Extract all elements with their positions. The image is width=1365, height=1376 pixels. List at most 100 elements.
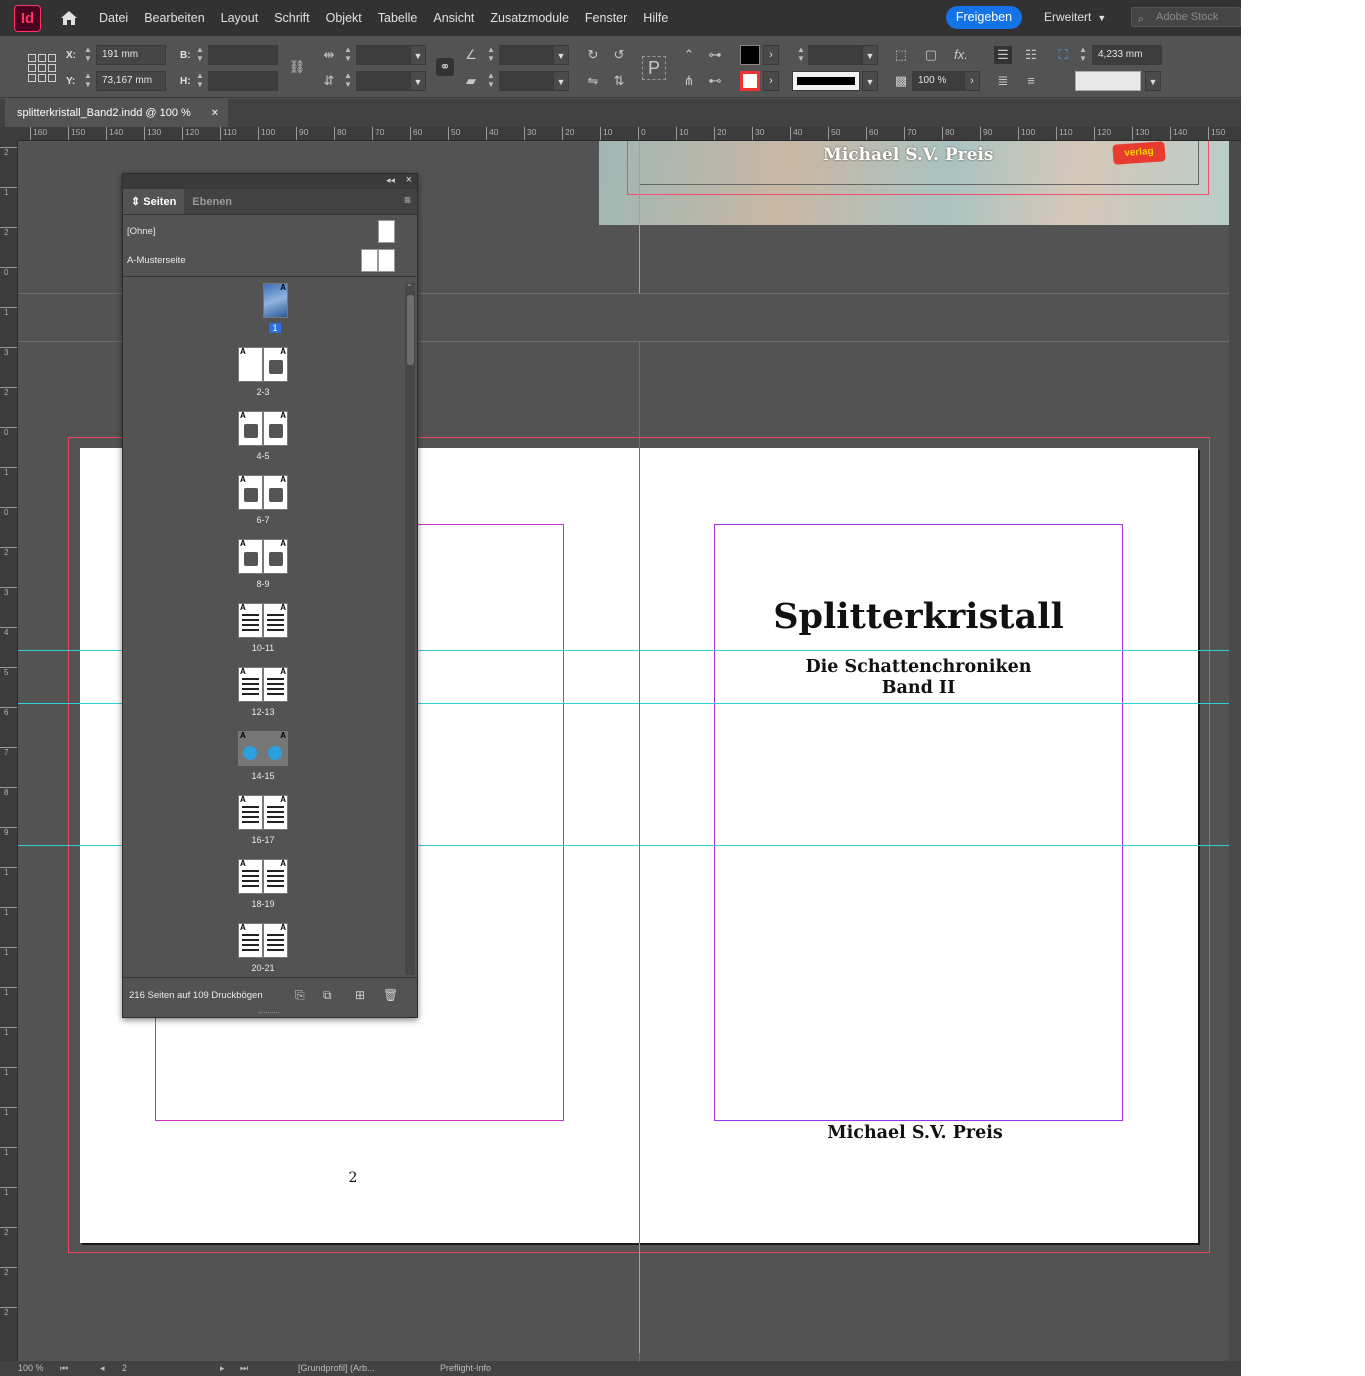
chevron-down-icon[interactable]: ▼ bbox=[862, 71, 878, 91]
page-thumbnail[interactable]: A bbox=[238, 475, 263, 510]
menu-schrift[interactable]: Schrift bbox=[266, 0, 317, 36]
y-field[interactable]: 73,167 mm bbox=[96, 71, 166, 91]
chevron-down-icon[interactable]: ▼ bbox=[862, 45, 878, 65]
preflight-status[interactable]: Preflight-Info bbox=[440, 1361, 491, 1376]
new-page-icon[interactable]: ⊞ bbox=[355, 988, 365, 1002]
master-thumbnail[interactable] bbox=[378, 220, 395, 243]
thumbnail-scrollbar[interactable]: ⌃ ⌄ bbox=[405, 283, 415, 975]
rotate-cw-icon[interactable]: ↻ bbox=[584, 46, 602, 64]
home-icon[interactable] bbox=[59, 8, 79, 28]
share-button[interactable]: Freigeben bbox=[946, 6, 1022, 29]
page-thumbnail[interactable]: A bbox=[238, 603, 263, 638]
chevron-down-icon[interactable]: ▼ bbox=[1145, 71, 1161, 91]
effects-fx-icon[interactable]: fx. bbox=[952, 46, 970, 64]
adobe-stock-search[interactable]: ⌕ Adobe Stock bbox=[1131, 7, 1241, 27]
text-wrap-none-icon[interactable]: ☰ bbox=[994, 46, 1012, 64]
menu-zusatzmodule[interactable]: Zusatzmodule bbox=[482, 0, 577, 36]
resize-grip[interactable] bbox=[259, 1012, 279, 1015]
constrain-proportions-icon[interactable]: ⛓ bbox=[288, 58, 306, 76]
profile-select[interactable]: [Grundprofil] (Arb... bbox=[298, 1361, 375, 1376]
select-container-icon[interactable]: ⌃ bbox=[680, 46, 698, 64]
trash-icon[interactable]: 🗑 bbox=[383, 988, 398, 1002]
y-stepper[interactable]: ▲ ▼ bbox=[83, 71, 93, 91]
master-none[interactable]: [Ohne] bbox=[123, 217, 417, 246]
current-page-field[interactable]: 2 bbox=[122, 1361, 127, 1376]
page-thumbnail[interactable]: A bbox=[238, 731, 263, 766]
page-thumbnail[interactable]: A bbox=[263, 411, 288, 446]
page-size-icon[interactable]: ⎘ bbox=[295, 988, 305, 1003]
stroke-weight-stepper[interactable]: ▲ ▼ bbox=[796, 45, 806, 65]
page-thumbnail[interactable]: A bbox=[238, 347, 263, 382]
chevron-down-icon[interactable]: ▼ bbox=[553, 45, 569, 65]
chevron-up-icon[interactable]: ⌃ bbox=[406, 283, 413, 292]
fill-menu-button[interactable]: › bbox=[763, 45, 779, 65]
corner-size-stepper[interactable]: ▲ ▼ bbox=[1078, 45, 1088, 65]
new-master-icon[interactable]: ⧉ bbox=[323, 988, 332, 1003]
page-thumbnail[interactable]: A bbox=[263, 795, 288, 830]
x-field[interactable]: 191 mm bbox=[96, 45, 166, 65]
page-thumbnail[interactable]: A bbox=[238, 795, 263, 830]
corner-shape-select[interactable] bbox=[1075, 71, 1141, 91]
menu-ansicht[interactable]: Ansicht bbox=[425, 0, 482, 36]
document-tab[interactable]: splitterkristall_Band2.indd @ 100 % × bbox=[5, 99, 228, 127]
rotate-ccw-icon[interactable]: ↺ bbox=[610, 46, 628, 64]
master-a[interactable]: A-Musterseite bbox=[123, 246, 417, 275]
scale-y-stepper[interactable]: ▲ ▼ bbox=[343, 71, 353, 91]
zoom-level[interactable]: 100 % bbox=[18, 1361, 44, 1376]
page-thumbnail[interactable]: A bbox=[238, 539, 263, 574]
frame-fitting-icon[interactable]: ⬚ bbox=[892, 46, 910, 64]
first-page-icon[interactable]: ⏮ bbox=[60, 1361, 68, 1376]
panel-menu-icon[interactable]: ≡ bbox=[404, 193, 411, 207]
page-thumbnail[interactable]: A bbox=[238, 411, 263, 446]
scale-x-field[interactable] bbox=[356, 45, 416, 65]
fill-swatch[interactable] bbox=[740, 45, 760, 65]
select-content-icon[interactable]: ⊶ bbox=[706, 46, 724, 64]
stroke-swatch[interactable] bbox=[740, 71, 760, 91]
select-previous-icon[interactable]: ⋔ bbox=[680, 72, 698, 90]
collapse-icon[interactable]: ◂◂ bbox=[386, 175, 395, 186]
stroke-menu-button[interactable]: › bbox=[763, 71, 779, 91]
menu-tabelle[interactable]: Tabelle bbox=[370, 0, 426, 36]
page-thumbnails[interactable]: ⌃ ⌄ A 1 A A 2-3 A A 4-5 A A 6-7 A A 8-9 A A 10-11 A A 12-13… bbox=[123, 277, 417, 975]
menu-bearbeiten[interactable]: Bearbeiten bbox=[136, 0, 212, 36]
height-field[interactable] bbox=[208, 71, 278, 91]
page-thumbnail[interactable]: A bbox=[263, 283, 288, 318]
close-icon[interactable]: × bbox=[406, 174, 412, 186]
last-page-icon[interactable]: ⏭ bbox=[240, 1361, 248, 1376]
menu-layout[interactable]: Layout bbox=[213, 0, 267, 36]
next-page-icon[interactable]: ▸ bbox=[220, 1361, 225, 1376]
menu-objekt[interactable]: Objekt bbox=[318, 0, 370, 36]
width-stepper[interactable]: ▲ ▼ bbox=[195, 45, 205, 65]
x-stepper[interactable]: ▲ ▼ bbox=[83, 45, 93, 65]
link-icon[interactable]: ⚭ bbox=[436, 58, 454, 76]
master-thumbnail[interactable] bbox=[378, 249, 395, 272]
page-thumbnail[interactable]: A bbox=[263, 667, 288, 702]
page-thumbnail[interactable]: A bbox=[263, 539, 288, 574]
tab-seiten[interactable]: ⇕ Seiten bbox=[123, 189, 185, 214]
menu-hilfe[interactable]: Hilfe bbox=[635, 0, 676, 36]
corner-options-icon[interactable]: ⛶ bbox=[1054, 46, 1072, 64]
drop-shadow-icon[interactable]: ▢ bbox=[922, 46, 940, 64]
flip-horizontal-icon[interactable]: ⇋ bbox=[584, 72, 602, 90]
page-thumbnail[interactable]: A bbox=[263, 923, 288, 958]
page-thumbnail[interactable]: A bbox=[263, 475, 288, 510]
text-wrap-shape-icon[interactable]: ≣ bbox=[994, 72, 1012, 90]
paragraph-p-icon[interactable]: P bbox=[642, 56, 666, 80]
panel-title-bar[interactable]: ◂◂ × bbox=[123, 174, 417, 189]
stroke-weight-field[interactable] bbox=[808, 45, 862, 65]
opacity-menu-button[interactable]: › bbox=[964, 71, 980, 91]
vertical-guide[interactable] bbox=[639, 1243, 640, 1353]
page-thumbnail[interactable]: A bbox=[263, 859, 288, 894]
book-subtitle[interactable]: Die Schattenchroniken Band II bbox=[718, 657, 1119, 699]
rotate-stepper[interactable]: ▲ ▼ bbox=[486, 45, 496, 65]
opacity-field[interactable]: 100 % bbox=[912, 71, 964, 91]
page-thumbnail[interactable]: A bbox=[238, 923, 263, 958]
chevron-down-icon[interactable]: ▼ bbox=[410, 71, 426, 91]
text-wrap-jump-icon[interactable]: ≡ bbox=[1022, 72, 1040, 90]
tab-ebenen[interactable]: Ebenen bbox=[184, 189, 240, 214]
stroke-type-sample[interactable] bbox=[792, 71, 860, 91]
book-author[interactable]: Michael S.V. Preis bbox=[718, 1123, 1112, 1143]
menu-fenster[interactable]: Fenster bbox=[577, 0, 635, 36]
vertical-ruler[interactable]: 2 1 2 0 1 3 2 0 1 0 2 3 4 5 6 7 8 9 1 1 1 1 1 1 1 1 1 2 2 2 bbox=[0, 141, 18, 1361]
scale-y-field[interactable] bbox=[356, 71, 416, 91]
